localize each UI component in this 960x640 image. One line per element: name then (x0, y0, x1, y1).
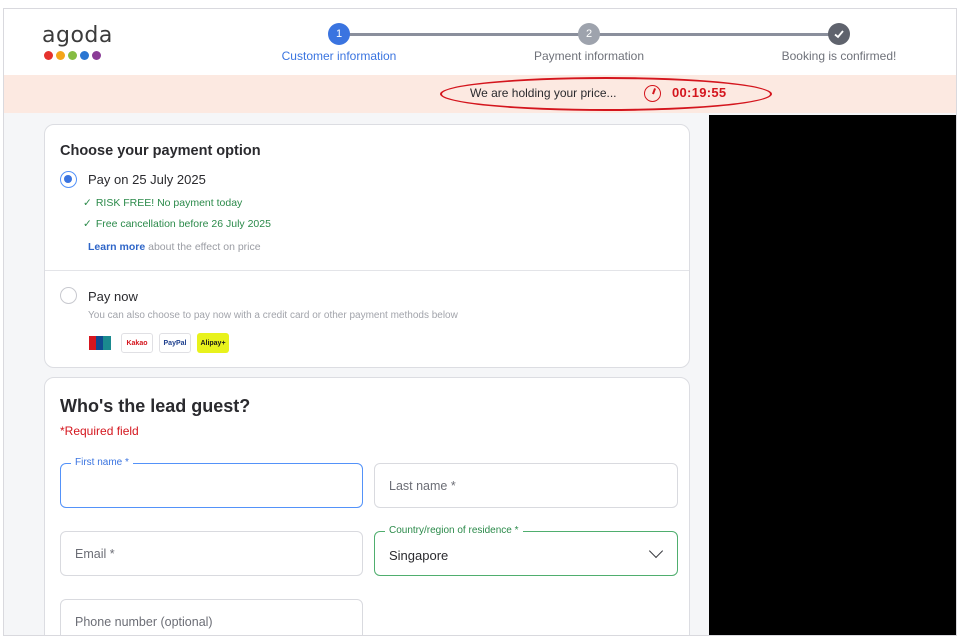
agoda-logo[interactable]: agoda (42, 25, 113, 60)
logo-wordmark: agoda (42, 23, 113, 48)
logo-dot (44, 51, 53, 60)
phone-placeholder: Phone number (optional) (75, 615, 213, 629)
step-1-label: Customer information (281, 49, 397, 63)
alipay-logo: Alipay+ (197, 333, 229, 353)
step-1-circle: 1 (328, 23, 350, 45)
payment-option-card: Choose your payment option Pay on 25 Jul… (44, 124, 690, 368)
first-name-field[interactable]: First name * (60, 457, 363, 508)
benefit-free-cancel: ✓ Free cancellation before 26 July 2025 (83, 218, 271, 230)
country-select[interactable]: Country/region of residence * Singapore (374, 525, 678, 576)
countdown-timer: 00:19:55 (672, 85, 727, 100)
step-2-label: Payment information (533, 49, 645, 63)
kakao-logo: Kakao (121, 333, 153, 353)
pay-later-radio[interactable] (60, 171, 77, 188)
lead-guest-title: Who's the lead guest? (60, 396, 251, 416)
required-field-note: *Required field (60, 424, 139, 438)
step-connector (339, 33, 589, 36)
phone-field[interactable]: Phone number (optional) (60, 599, 363, 635)
logo-dot (68, 51, 77, 60)
pay-later-label[interactable]: Pay on 25 July 2025 (88, 172, 206, 187)
pay-now-radio[interactable] (60, 287, 77, 304)
learn-more-suffix: about the effect on price (148, 241, 261, 253)
method-label: PayPal (163, 339, 187, 347)
unionpay-logo (88, 333, 112, 353)
logo-dot (80, 51, 89, 60)
method-label: Kakao (126, 339, 148, 347)
country-label: Country/region of residence * (385, 525, 523, 536)
pay-now-subtext: You can also choose to pay now with a cr… (88, 310, 458, 321)
logo-dot (56, 51, 65, 60)
step-1-number: 1 (335, 28, 343, 40)
paypal-logo: PayPal (159, 333, 191, 353)
price-hold-banner: We are holding your price... 00:19:55 (4, 75, 956, 113)
benefit-risk-free: ✓ RISK FREE! No payment today (83, 197, 242, 209)
hold-message: We are holding your price... (470, 86, 617, 100)
last-name-field[interactable]: Last name * (374, 463, 678, 508)
email-placeholder: Email * (75, 547, 115, 561)
logo-dots (44, 51, 113, 60)
redacted-panel (709, 115, 956, 635)
country-value: Singapore (389, 548, 449, 563)
progress-steps: 1 Customer information 2 Payment informa… (264, 23, 914, 73)
method-label: Alipay+ (200, 339, 226, 347)
email-field[interactable]: Email * (60, 531, 363, 576)
step-2-circle: 2 (578, 23, 600, 45)
benefit-text: RISK FREE! No payment today (95, 197, 243, 209)
check-icon (834, 30, 844, 39)
header: agoda 1 Customer information 2 Payment i… (4, 9, 956, 75)
check-icon: ✓ (83, 218, 92, 230)
chevron-down-icon (648, 543, 664, 559)
learn-more-row: Learn more about the effect on price (88, 241, 261, 253)
first-name-label: First name * (71, 457, 133, 468)
lead-guest-card: Who's the lead guest? *Required field Fi… (44, 377, 690, 635)
logo-dot (92, 51, 101, 60)
step-2-number: 2 (585, 28, 593, 40)
clock-icon (644, 85, 661, 102)
pay-now-label[interactable]: Pay now (88, 289, 138, 304)
step-connector (589, 33, 839, 36)
option-divider (45, 270, 689, 271)
check-icon: ✓ (83, 197, 92, 209)
learn-more-link[interactable]: Learn more (88, 241, 145, 253)
step-3-label: Booking is confirmed! (781, 49, 897, 63)
step-3-circle (828, 23, 850, 45)
benefit-text: Free cancellation before 26 July 2025 (95, 218, 271, 230)
last-name-placeholder: Last name * (389, 479, 456, 493)
browser-frame: agoda 1 Customer information 2 Payment i… (3, 8, 957, 636)
payment-title: Choose your payment option (60, 143, 261, 159)
